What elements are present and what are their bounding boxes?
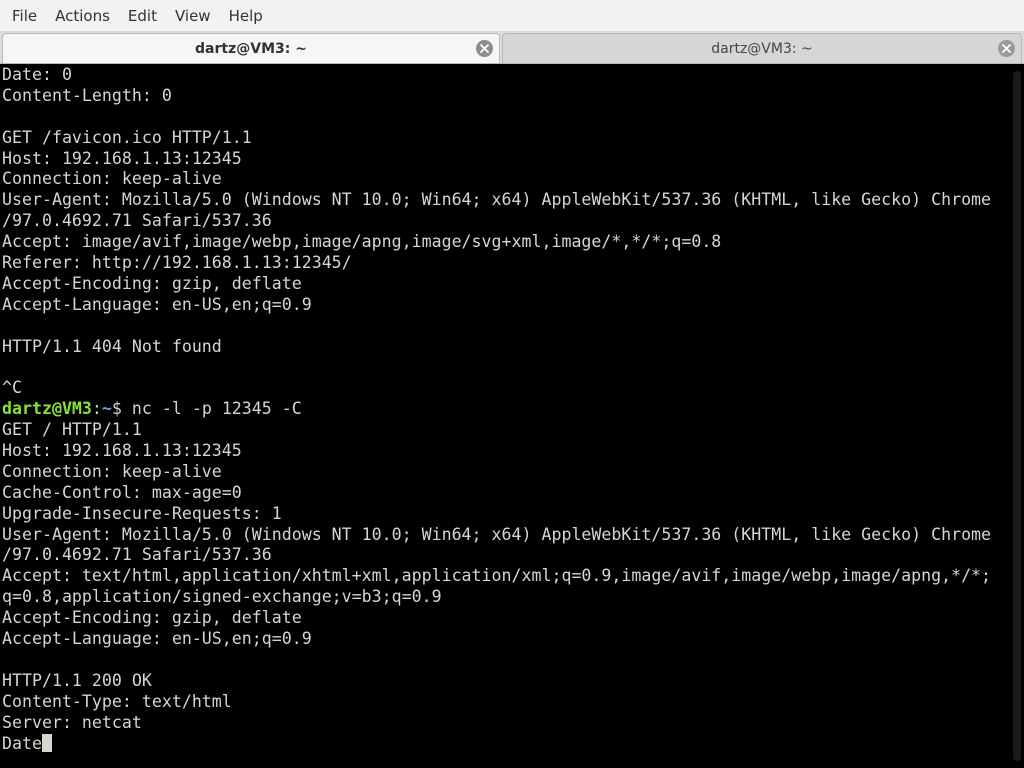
tab-terminal-2[interactable]: dartz@VM3: ~ (502, 33, 1022, 63)
menu-edit[interactable]: Edit (122, 3, 163, 29)
terminal-output[interactable]: Date: 0 Content-Length: 0 GET /favicon.ico… (0, 65, 1010, 768)
terminal-line: HTTP/1.1 404 Not found (2, 336, 222, 356)
terminal-line: Accept-Language: en-US,en;q=0.9 (2, 629, 312, 649)
terminal-line: Server: netcat (2, 712, 142, 732)
terminal-line: Upgrade-Insecure-Requests: 1 (2, 503, 282, 523)
terminal-line: Accept-Encoding: gzip, deflate (2, 273, 302, 293)
close-icon[interactable] (476, 40, 493, 57)
terminal-line: Connection: keep-alive (2, 169, 222, 189)
menu-actions[interactable]: Actions (49, 3, 116, 29)
prompt-user-host: dartz@VM3 (2, 399, 92, 419)
terminal-line: GET / HTTP/1.1 (2, 420, 142, 440)
terminal-line: Host: 192.168.1.13:12345 (2, 148, 242, 168)
tab-label: dartz@VM3: ~ (195, 40, 307, 57)
terminal-line: User-Agent: Mozilla/5.0 (Windows NT 10.0… (2, 524, 992, 544)
prompt-line: dartz@VM3:~$ nc -l -p 12345 -C (2, 399, 1010, 420)
terminal-scrollbar[interactable] (1010, 65, 1024, 768)
menu-bar: File Actions Edit View Help (0, 0, 1024, 31)
prompt-symbol: $ (111, 399, 132, 419)
terminal-window: File Actions Edit View Help dartz@VM3: ~… (0, 0, 1024, 768)
terminal-line: Cache-Control: max-age=0 (2, 482, 242, 502)
current-input-line[interactable]: Date (2, 733, 1010, 755)
terminal-line: Accept-Encoding: gzip, deflate (2, 608, 302, 628)
current-input: Date (2, 733, 42, 753)
tab-label: dartz@VM3: ~ (711, 40, 813, 57)
terminal-line: q=0.8,application/signed-exchange;v=b3;q… (2, 587, 442, 607)
terminal-line: /97.0.4692.71 Safari/537.36 (2, 545, 272, 565)
terminal-line: Host: 192.168.1.13:12345 (2, 441, 242, 461)
menu-file[interactable]: File (6, 3, 43, 29)
terminal-line: Date: 0 (2, 65, 72, 84)
terminal-line: Accept: image/avif,image/webp,image/apng… (2, 232, 722, 252)
terminal-line: Accept: text/html,application/xhtml+xml,… (2, 566, 992, 586)
prompt-command: nc -l -p 12345 -C (131, 399, 302, 419)
prompt-path: ~ (101, 399, 112, 419)
terminal-line: /97.0.4692.71 Safari/537.36 (2, 211, 272, 231)
terminal-line: HTTP/1.1 200 OK (2, 670, 152, 690)
terminal-line: Content-Type: text/html (2, 691, 232, 711)
prompt-separator: : (91, 399, 102, 419)
tab-bar: dartz@VM3: ~ dartz@VM3: ~ (0, 31, 1024, 64)
terminal-line: User-Agent: Mozilla/5.0 (Windows NT 10.0… (2, 190, 992, 210)
terminal-line: Content-Length: 0 (2, 85, 172, 105)
text-cursor (41, 733, 52, 752)
menu-view[interactable]: View (169, 3, 217, 29)
scrollbar-thumb[interactable] (1013, 71, 1021, 761)
terminal-line: GET /favicon.ico HTTP/1.1 (2, 127, 252, 147)
terminal-line: Accept-Language: en-US,en;q=0.9 (2, 294, 312, 314)
tab-terminal-1[interactable]: dartz@VM3: ~ (2, 33, 500, 63)
close-icon[interactable] (998, 40, 1015, 57)
menu-help[interactable]: Help (223, 3, 269, 29)
terminal-line: Referer: http://192.168.1.13:12345/ (2, 253, 352, 273)
terminal-line: ^C (2, 378, 22, 398)
terminal-line: Connection: keep-alive (2, 461, 222, 481)
